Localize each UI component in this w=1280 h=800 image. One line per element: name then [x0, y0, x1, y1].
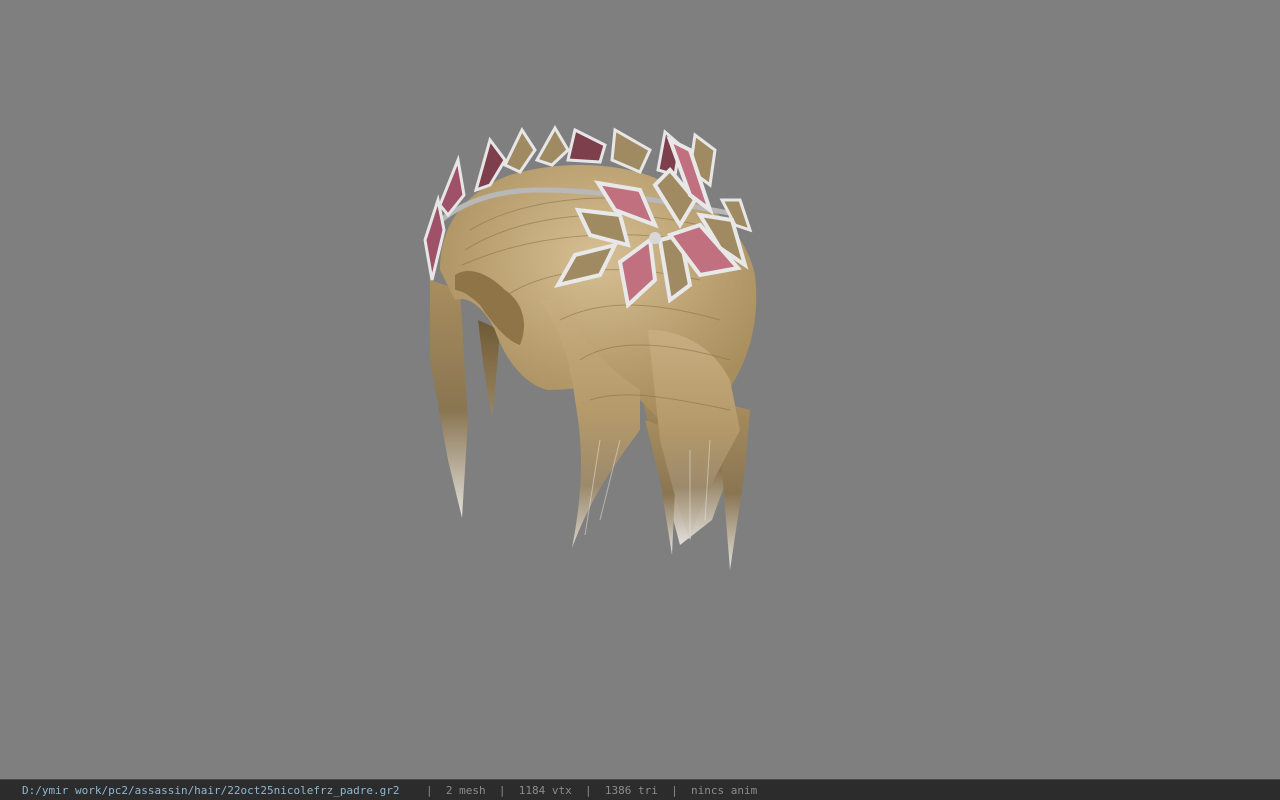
status-separator: |	[426, 783, 433, 797]
mesh-count: 2 mesh	[445, 783, 486, 797]
status-bar: D:/ymir work/pc2/assassin/hair/22oct25ni…	[0, 779, 1280, 800]
status-spacer	[572, 784, 585, 797]
status-spacer	[592, 784, 605, 797]
status-separator: |	[584, 783, 592, 797]
3d-viewport[interactable]	[0, 0, 1280, 779]
status-separator: |	[671, 783, 678, 797]
status-separator	[400, 784, 427, 797]
animation-status: nincs anim	[690, 783, 758, 797]
vertex-count: 1184 vtx	[518, 783, 572, 797]
hair-model	[423, 124, 757, 570]
status-separator: |	[498, 783, 506, 797]
status-spacer	[658, 784, 671, 797]
triangle-count: 1386 tri	[604, 783, 658, 797]
file-path: D:/ymir work/pc2/assassin/hair/22oct25ni…	[22, 783, 400, 797]
status-spacer	[506, 784, 519, 797]
status-spacer	[486, 784, 499, 797]
status-spacer	[678, 784, 691, 797]
status-spacer	[433, 784, 446, 797]
